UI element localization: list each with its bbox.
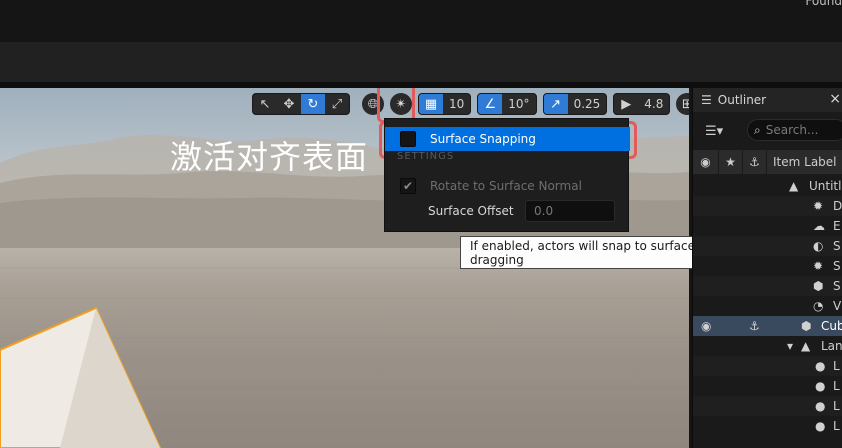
grid-snap-value[interactable]: 10 [443,94,470,114]
scale-snap-group[interactable]: ↗ 0.25 [542,93,608,115]
list-item[interactable]: ● L [693,376,842,396]
visibility-column-icon[interactable]: ◉ [693,150,719,174]
item-label-header: Item Label [773,155,837,169]
outliner-search-input[interactable]: ⌕ Search... [747,119,842,141]
outliner-header: ◉ ★ ⚓︎ Item Label [693,150,842,174]
surface-offset-row: Surface Offset 0.0 [385,199,630,223]
camera-speed-value[interactable]: 4.8 [638,94,669,114]
outliner-tab[interactable]: ☰ Outliner × [693,88,842,112]
outliner-title: Outliner [717,93,767,107]
grid-snap-group[interactable]: ▦ 10 [418,93,472,115]
scale-snap-value[interactable]: 0.25 [568,94,607,114]
list-item[interactable]: ▲Untitled [693,176,842,196]
landscape-icon: ▲ [801,339,811,353]
camera-speed-group[interactable]: ▶ 4.8 [613,93,671,115]
list-item-selected[interactable]: ◉⚓︎⬢Cube [693,316,842,336]
mesh-icon: ⬢ [813,279,824,293]
viewport-layout-icon[interactable]: ⊞ [676,93,689,115]
secondary-toolbar [0,42,842,82]
close-icon[interactable]: × [829,91,841,107]
rotation-snap-icon[interactable]: ∠ [478,94,503,114]
camera-icon[interactable]: ▶ [614,94,638,114]
favorite-column-icon[interactable]: ★ [719,150,743,174]
grid-snap-icon[interactable]: ▦ [419,94,443,114]
outliner-search-row: ☰▾ ⌕ Search... [693,116,842,146]
list-item[interactable]: ☁ E [693,216,842,236]
landscape-proxy-icon: ● [815,399,826,413]
cube-icon: ⬢ [801,319,812,333]
surface-offset-input[interactable]: 0.0 [525,200,615,222]
list-item[interactable]: ◐ S [693,236,842,256]
select-tool-icon[interactable]: ↖ [253,94,277,114]
rotation-snap-group[interactable]: ∠ 10° [477,93,537,115]
caption-text: 激活对齐表面 [170,138,369,176]
surface-snapping-checkbox[interactable] [400,131,416,147]
rotate-tool-icon[interactable]: ↻ [301,94,325,114]
rotate-to-surface-label: Rotate to Surface Normal [430,179,582,193]
list-item[interactable]: ▾ ▲ Lan [693,336,842,356]
surface-snapping-option[interactable]: Surface Snapping [385,127,630,151]
pin-column-icon[interactable]: ⚓︎ [743,150,767,174]
top-corner-text: Found [805,0,842,8]
scale-snap-icon[interactable]: ↗ [543,94,568,114]
list-item[interactable]: ✹ D [693,196,842,216]
surface-offset-label: Surface Offset [428,204,514,218]
pin-icon[interactable]: ⚓︎ [749,319,760,333]
list-item[interactable]: ◔ V [693,296,842,316]
translate-tool-icon[interactable]: ✥ [277,94,301,114]
search-placeholder: Search... [765,123,819,137]
filter-icon[interactable]: ☰▾ [705,124,743,139]
list-item[interactable]: ✹ S [693,256,842,276]
visibility-eye-icon[interactable]: ◉ [701,319,711,333]
list-item[interactable]: ⬢ S [693,276,842,296]
surface-snapping-label: Surface Snapping [430,132,536,146]
outliner-icon: ☰ [701,93,712,107]
landscape-proxy-icon: ● [815,359,826,373]
expand-arrow-icon[interactable]: ▾ [787,339,793,353]
sky-icon: ◐ [813,239,824,253]
transform-tools: ↖ ✥ ↻ ⤢ [252,93,350,115]
light-icon: ✹ [813,199,824,213]
outliner-panel: ☰ Outliner × ☰▾ ⌕ Search... ◉ ★ ⚓︎ Item … [692,88,842,448]
landscape-proxy-icon: ● [815,419,826,433]
outliner-rows: ▲Untitled ✹D ☁E ◐S ✹S ⬢S ◔V ◉⚓︎⬢Cube ▾▲L… [693,176,842,436]
settings-section-label: SETTINGS [397,151,455,162]
sun-icon: ✹ [813,259,824,273]
scale-tool-icon[interactable]: ⤢ [325,94,349,114]
level-icon: ▲ [789,179,799,193]
cloud-icon: ☁ [813,219,825,233]
rotate-checkbox-icon[interactable]: ✔ [400,178,416,194]
item-label-column[interactable]: Item Label [767,150,842,174]
list-item[interactable]: ● L [693,416,842,436]
volume-icon: ◔ [813,299,824,313]
rotate-to-surface-option[interactable]: ✔ Rotate to Surface Normal [385,174,630,198]
surface-snapping-menu: Surface Snapping SETTINGS ✔ Rotate to Su… [384,118,630,232]
list-item[interactable]: ● L [693,396,842,416]
rotation-snap-value[interactable]: 10° [502,94,535,114]
top-bar: Found [0,0,842,42]
viewport-toolbar: ↖ ✥ ↻ ⤢ 🌐︎ ✴ ▦ 10 ∠ 10° ↗ 0.25 ▶ 4.8 ⊞ [252,93,689,115]
landscape-proxy-icon: ● [815,379,826,393]
list-item[interactable]: ● L [693,356,842,376]
search-icon: ⌕ [754,122,761,137]
